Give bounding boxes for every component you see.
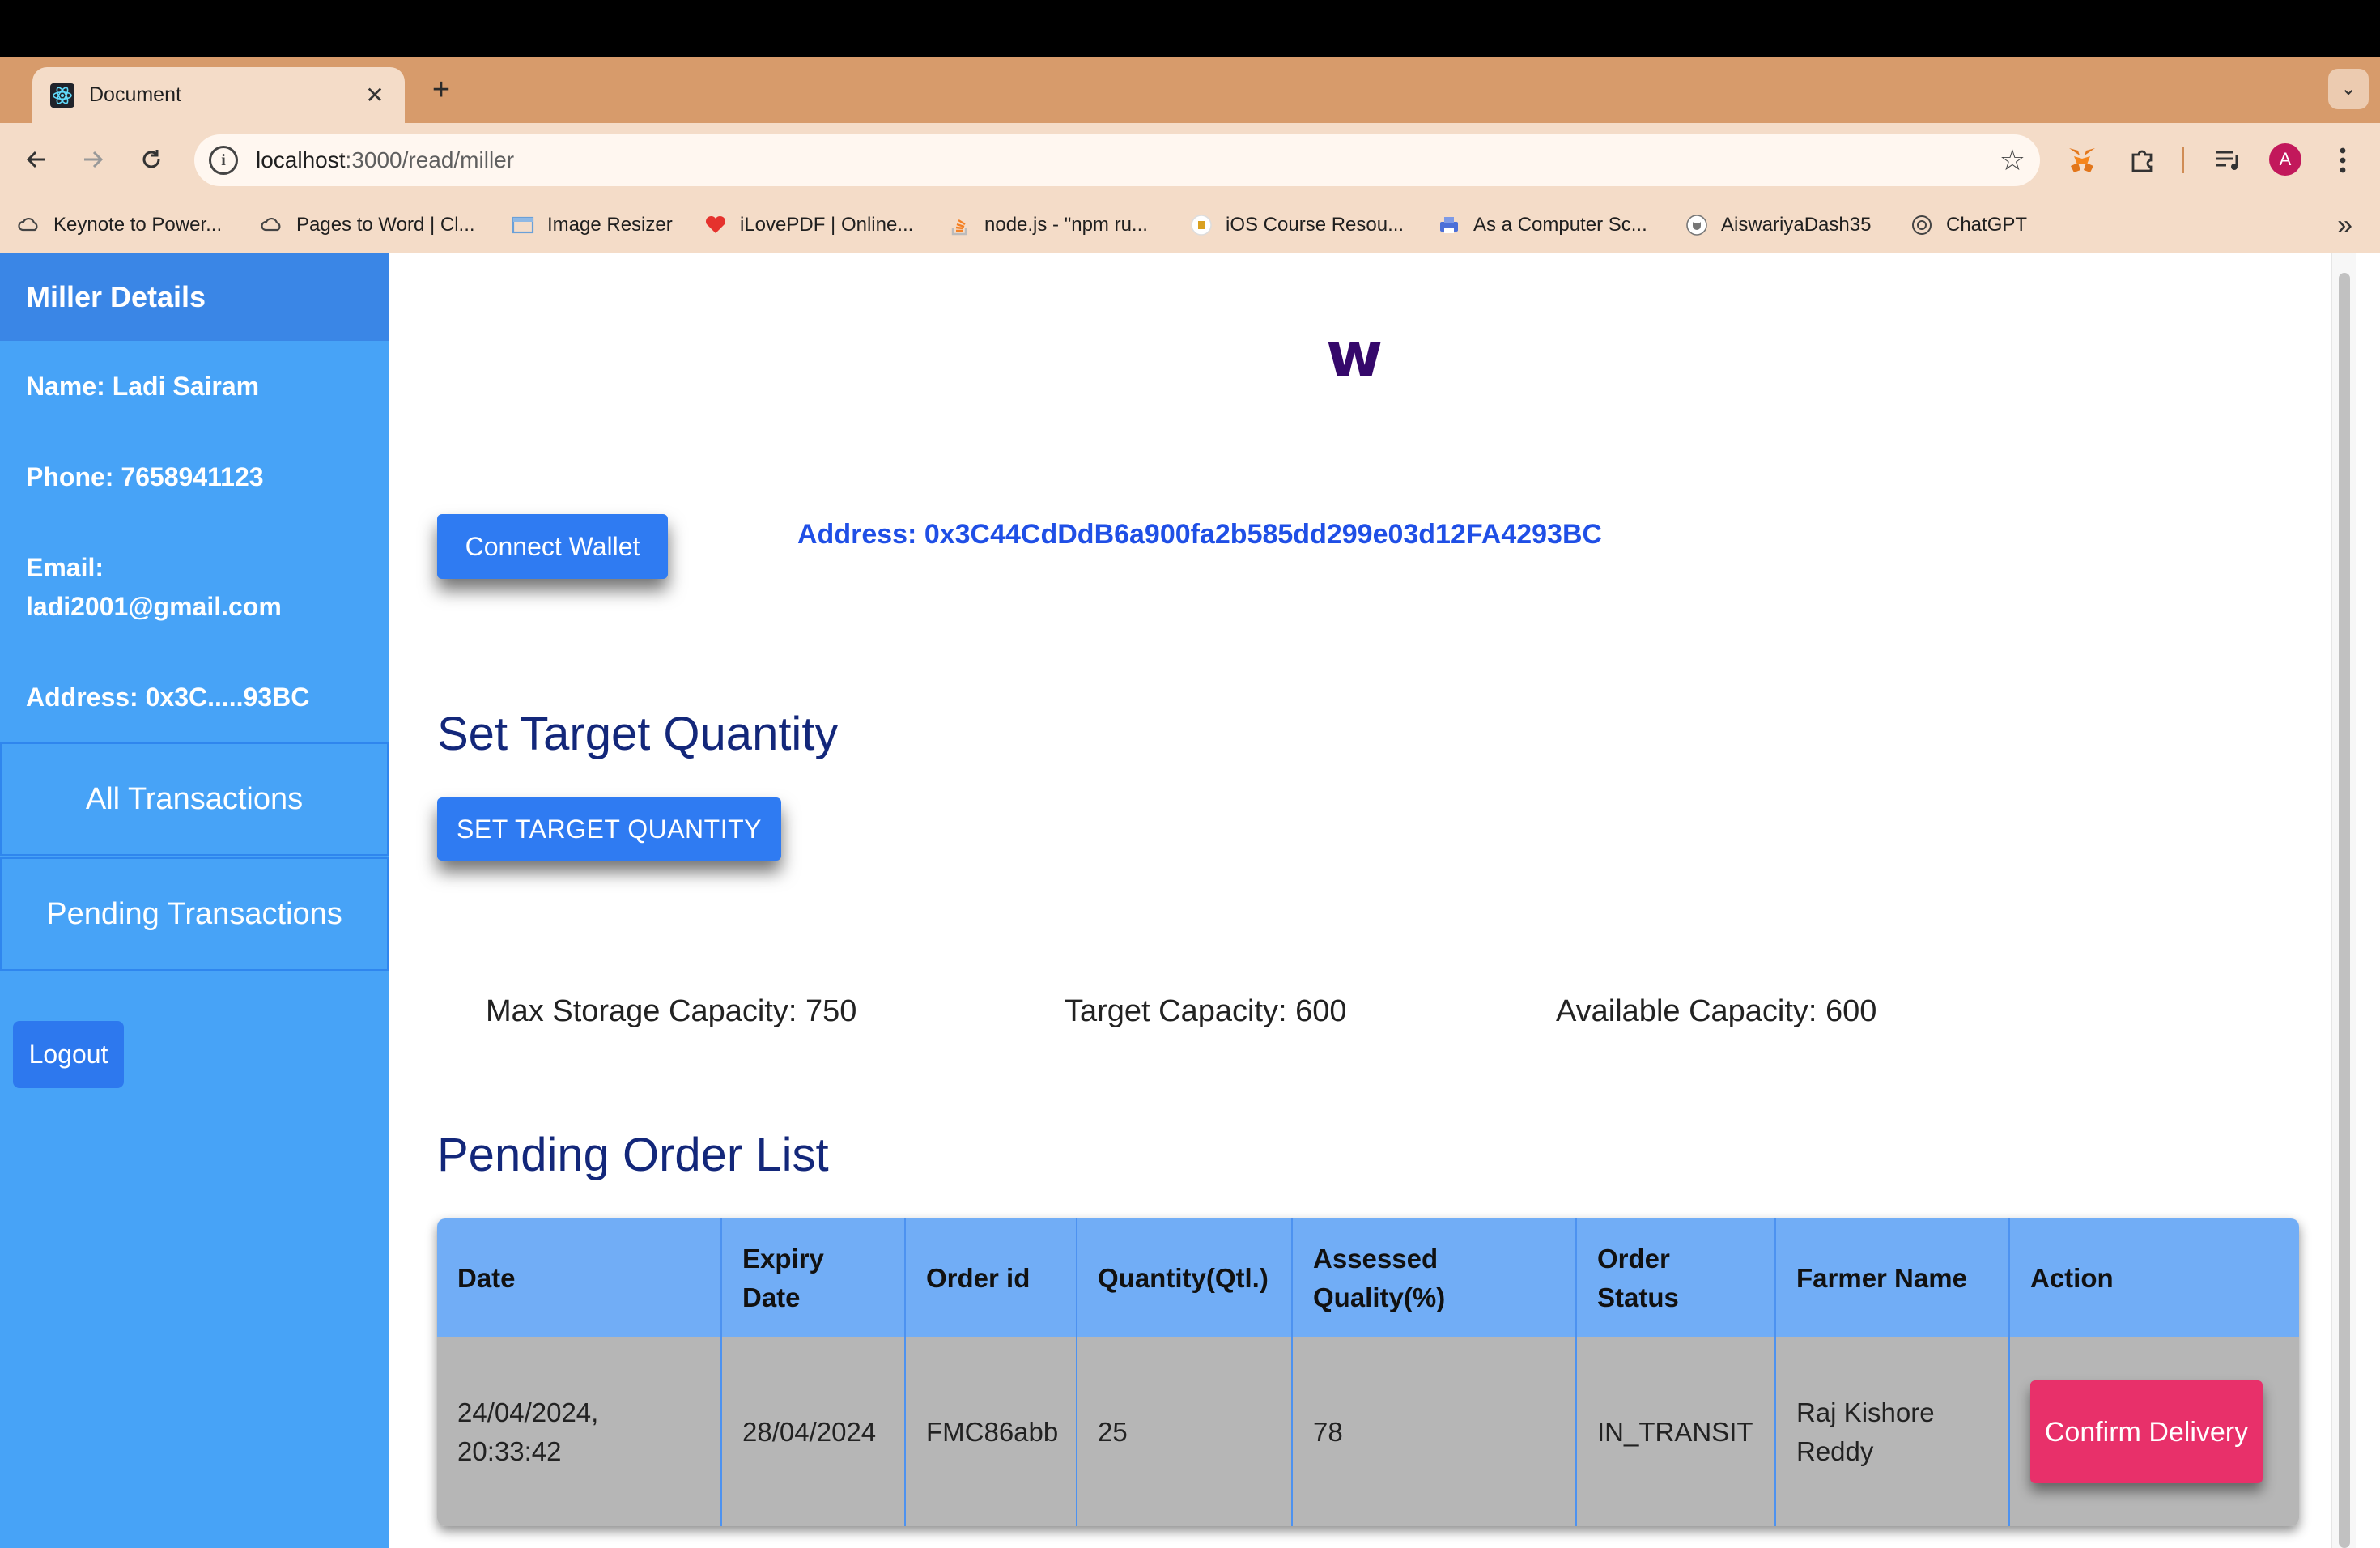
tab-search-chevron-icon[interactable]: ⌄ (2328, 69, 2369, 109)
wallet-address: Address: 0x3C44CdDdB6a900fa2b585dd299e03… (797, 519, 1603, 550)
miller-name: Name: Ladi Sairam (26, 372, 260, 401)
column-header: Action (2009, 1218, 2299, 1337)
set-target-heading: Set Target Quantity (437, 708, 839, 760)
column-header: Expiry Date (721, 1218, 906, 1337)
image-icon (512, 214, 534, 236)
reload-icon[interactable] (133, 141, 170, 178)
sidebar-item-all-transactions[interactable]: All Transactions (0, 742, 389, 856)
order-status: IN_TRANSIT (1576, 1337, 1776, 1526)
order-action-cell: Confirm Delivery (2009, 1337, 2299, 1526)
column-header: Farmer Name (1775, 1218, 2010, 1337)
bookmark-item[interactable]: Image Resizer (512, 211, 673, 239)
extensions-puzzle-icon[interactable] (2124, 142, 2160, 178)
profile-avatar[interactable]: A (2269, 143, 2301, 176)
toolbar-divider (2182, 147, 2184, 173)
table-row: 24/04/2024, 20:33:42 28/04/2024 FMC86abb… (437, 1337, 2299, 1526)
column-header: Assessed Quality(%) (1292, 1218, 1577, 1337)
tab-title: Document (89, 83, 181, 106)
course-icon (1190, 214, 1213, 236)
bookmark-item[interactable]: Pages to Word | Cl... (261, 211, 475, 239)
miller-phone: Phone: 7658941123 (26, 462, 264, 491)
miller-address: Address: 0x3C.....93BC (26, 683, 310, 712)
sidebar-header: Miller Details (0, 253, 389, 341)
connect-wallet-button[interactable]: Connect Wallet (437, 514, 668, 579)
column-header: Date (437, 1218, 722, 1337)
scrollbar-thumb[interactable] (2339, 273, 2350, 1548)
site-info-icon[interactable]: i (209, 146, 238, 175)
cloud-icon (261, 214, 283, 236)
page-viewport: Miller Details Name: Ladi Sairam Phone: … (0, 253, 2380, 1548)
max-storage-capacity: Max Storage Capacity: 750 (486, 994, 857, 1028)
order-id: FMC86abb (905, 1337, 1077, 1526)
media-queue-icon[interactable] (2210, 142, 2246, 178)
main-content: w Connect Wallet Address: 0x3C44CdDdB6a9… (389, 253, 2356, 1548)
column-header: Order id (905, 1218, 1077, 1337)
miller-email-label: Email: (26, 553, 104, 582)
available-capacity: Available Capacity: 600 (1556, 994, 1877, 1028)
heart-icon (704, 214, 727, 236)
order-quality: 78 (1292, 1337, 1577, 1526)
bookmark-item[interactable]: AiswariyaDash35 (1685, 211, 1871, 239)
browser-toolbar: i localhost:3000/read/miller ☆ (0, 123, 2380, 197)
pending-orders-table: Date Expiry Date Order id Quantity(Qtl.)… (437, 1218, 2299, 1526)
column-header: Order Status (1576, 1218, 1776, 1337)
cloud-icon (18, 214, 40, 236)
table-header-row: Date Expiry Date Order id Quantity(Qtl.)… (437, 1218, 2299, 1337)
bookmark-item[interactable]: iLovePDF | Online... (704, 211, 913, 239)
farmer-name: Raj Kishore Reddy (1775, 1337, 2010, 1526)
address-bar[interactable]: i localhost:3000/read/miller ☆ (194, 134, 2040, 186)
bookmarks-bar: Keynote to Power... Pages to Word | Cl..… (0, 197, 2380, 253)
tab-strip: Document ✕ + ⌄ (0, 57, 2380, 123)
close-tab-icon[interactable]: ✕ (363, 82, 387, 108)
printer-icon (1438, 214, 1460, 236)
order-quantity: 25 (1077, 1337, 1293, 1526)
window-titlebar (0, 0, 2380, 57)
order-date: 24/04/2024, 20:33:42 (437, 1337, 722, 1526)
stack-overflow-icon (949, 214, 971, 236)
column-header: Quantity(Qtl.) (1077, 1218, 1293, 1337)
back-arrow-icon[interactable] (18, 141, 55, 178)
confirm-delivery-button[interactable]: Confirm Delivery (2030, 1380, 2263, 1483)
url-text: localhost:3000/read/miller (256, 147, 515, 172)
logout-button[interactable]: Logout (13, 1021, 124, 1088)
target-capacity: Target Capacity: 600 (1065, 994, 1347, 1028)
react-icon (50, 83, 74, 108)
app-logo: w (1326, 318, 1383, 390)
page-scrollbar[interactable] (2331, 253, 2356, 1548)
metamask-icon[interactable] (2064, 142, 2100, 178)
bookmark-star-icon[interactable]: ☆ (2000, 143, 2025, 177)
miller-email: ladi2001@gmail.com (26, 592, 282, 621)
set-target-quantity-button[interactable]: SET TARGET QUANTITY (437, 797, 781, 861)
pending-order-heading: Pending Order List (437, 1129, 829, 1181)
bookmark-item[interactable]: iOS Course Resou... (1190, 211, 1404, 239)
order-expiry: 28/04/2024 (721, 1337, 906, 1526)
bookmark-item[interactable]: ChatGPT (1910, 211, 2027, 239)
chatgpt-icon (1910, 214, 1933, 236)
browser-tab[interactable]: Document ✕ (32, 67, 405, 123)
bookmark-item[interactable]: node.js - "npm ru... (949, 211, 1148, 239)
forward-arrow-icon[interactable] (74, 141, 112, 178)
more-menu-icon[interactable] (2325, 142, 2361, 178)
bookmark-item[interactable]: As a Computer Sc... (1438, 211, 1647, 239)
github-icon (1685, 214, 1708, 236)
bookmark-item[interactable]: Keynote to Power... (18, 211, 222, 239)
sidebar: Miller Details Name: Ladi Sairam Phone: … (0, 253, 389, 1548)
new-tab-icon[interactable]: + (425, 74, 457, 106)
sidebar-item-pending-transactions[interactable]: Pending Transactions (0, 857, 389, 971)
more-bookmarks-chevron-icon[interactable]: » (2337, 210, 2352, 241)
